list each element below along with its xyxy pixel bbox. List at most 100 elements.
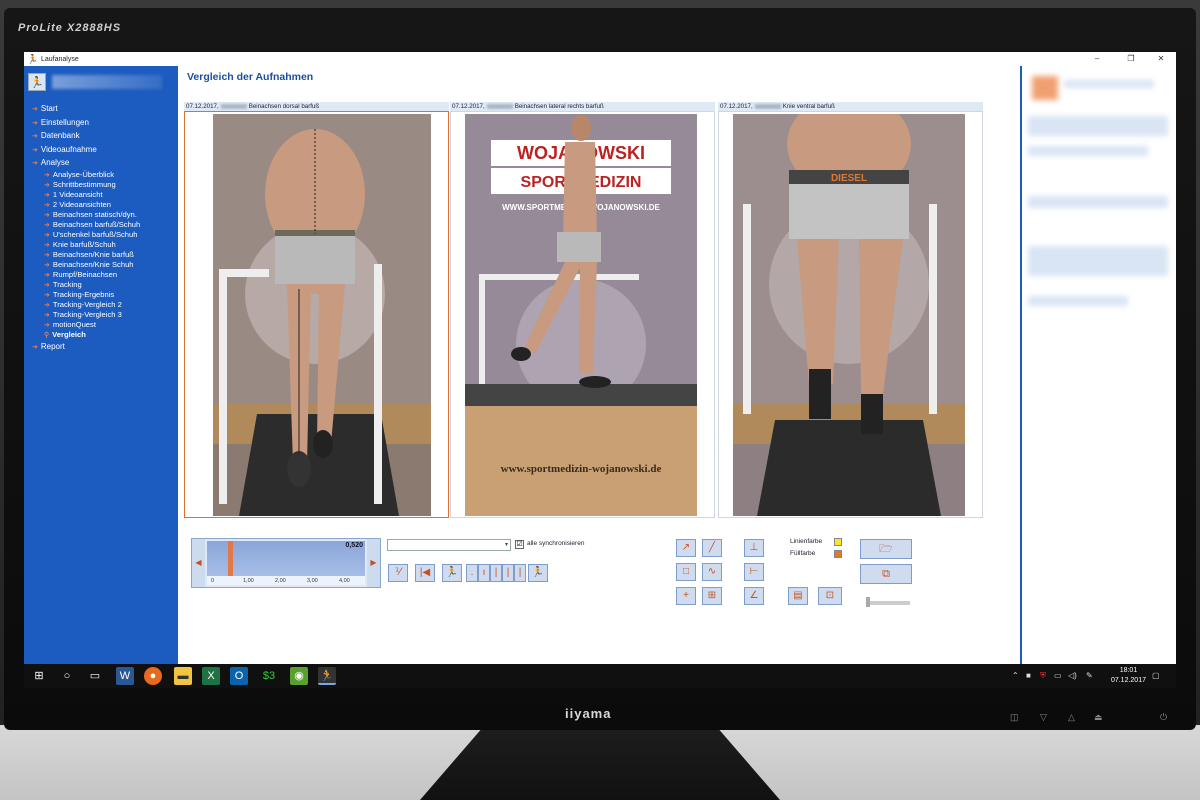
tray-app-icon[interactable]: ■ (1026, 671, 1031, 680)
tray-network-icon[interactable]: ▭ (1054, 671, 1062, 680)
laufanalyse-taskbar-icon[interactable]: 🏃 (318, 667, 336, 685)
marker-button[interactable]: . (466, 564, 478, 582)
sidebar-item[interactable]: ➜ 1 Videoansicht (24, 190, 178, 200)
skip-start-button[interactable]: |◀ (415, 564, 435, 582)
patient-name-blurred (486, 103, 513, 109)
sidebar-item[interactable]: ➜ Beinachsen barfuß/Schuh (24, 220, 178, 230)
sidebar-item[interactable]: ➜ Analyse (24, 156, 178, 170)
sidebar-item[interactable]: ➜ Tracking-Vergleich 3 (24, 310, 178, 320)
line-color-swatch[interactable] (834, 538, 842, 546)
window-titlebar: 🏃 Laufanalyse (24, 52, 1176, 66)
app-logo-icon: 🏃 (28, 73, 46, 91)
search-icon[interactable]: ○ (58, 667, 76, 685)
sidebar-item[interactable]: ➜ Start (24, 102, 178, 116)
timeline-slider[interactable]: ◀ 0,520 0 1,00 2,00 3,00 4,00 ▶ (191, 538, 381, 588)
maximize-button[interactable]: ❐ (1120, 52, 1142, 66)
sidebar-item[interactable]: ➜ Videoaufnahme (24, 143, 178, 157)
sidebar-item[interactable]: ➜ Report (24, 340, 178, 354)
video-frame-ventral[interactable]: DIESEL (733, 114, 965, 516)
sidebar-item[interactable]: ➜ Tracking-Vergleich 2 (24, 300, 178, 310)
green-app-icon[interactable]: ◉ (290, 667, 308, 685)
add-runner-button[interactable]: 🏃 (528, 564, 548, 582)
minimize-button[interactable]: – (1086, 52, 1108, 66)
open-folder-button[interactable]: 🗁 (860, 539, 912, 559)
playback-speed-button[interactable]: ⅟ (388, 564, 408, 582)
sync-dropdown[interactable]: ▾ (387, 539, 511, 551)
opacity-slider-knob[interactable] (866, 597, 870, 607)
sidebar-item[interactable]: ➜ Schrittbestimmung (24, 180, 178, 190)
firefox-icon[interactable]: ● (144, 667, 162, 685)
sidebar-item[interactable]: ➜ Knie barfuß/Schuh (24, 240, 178, 250)
sidebar-item[interactable]: ➜ Tracking (24, 280, 178, 290)
step-runner-button[interactable]: 🏃 (442, 564, 462, 582)
sidebar-item[interactable]: ➜ Beinachsen/Knie barfuß (24, 250, 178, 260)
fill-color-swatch[interactable] (834, 550, 842, 558)
notification-icon[interactable]: ▢ (1152, 671, 1160, 680)
line-tool-icon[interactable]: ╱ (702, 539, 722, 557)
opacity-slider[interactable] (866, 601, 910, 605)
measure-tool-icon[interactable]: ⊢ (744, 563, 764, 581)
sidebar-item-label: Report (40, 341, 65, 351)
angle-tool-icon[interactable]: ∠ (744, 587, 764, 605)
close-button[interactable]: ✕ (1150, 52, 1172, 66)
rectangle-tool-icon[interactable]: □ (676, 563, 696, 581)
tray-pen-icon[interactable]: ✎ (1086, 671, 1093, 680)
outlook-icon[interactable]: O (230, 667, 248, 685)
panel-header: 07.12.2017, Knie ventral barfuß (718, 102, 983, 111)
sidebar-item[interactable]: ➜ Beinachsen statisch/dyn. (24, 210, 178, 220)
sidebar-item[interactable]: ➜ Analyse-Überblick (24, 170, 178, 180)
page-title: Vergleich der Aufnahmen (187, 71, 314, 83)
sidebar-item[interactable]: ➜ Rumpf/Beinachsen (24, 270, 178, 280)
sidebar-item[interactable]: ➜ Datenbank (24, 129, 178, 143)
swap-view-button[interactable]: ⧉ (860, 564, 912, 584)
excel-icon[interactable]: X (202, 667, 220, 685)
sidebar-item[interactable]: ➜ Einstellungen (24, 116, 178, 130)
ruler-tool-icon[interactable]: ⊥ (744, 539, 764, 557)
sidebar-item-label: Einstellungen (40, 117, 89, 127)
marker-button[interactable]: ı (478, 564, 490, 582)
monitor-power-icon: ⏻ (1160, 712, 1168, 722)
panel-frame: WOJANOWSKI SPORTMEDIZIN WWW.SPORTMEDIZIN… (450, 111, 715, 518)
sidebar-item[interactable]: ➜ U'schenkel barfuß/Schuh (24, 230, 178, 240)
windows-start-icon[interactable]: ⊞ (30, 667, 48, 685)
sidebar-item[interactable]: ➜ motionQuest (24, 320, 178, 330)
video-panel-lateral[interactable]: 07.12.2017, Beinachsen lateral rechts bar… (450, 102, 715, 518)
fullscreen-icon[interactable]: ⊡ (818, 587, 842, 605)
fill-color-label: Füllfarbe (790, 550, 816, 557)
cross-tool-icon[interactable]: + (676, 587, 696, 605)
sidebar-item[interactable]: ➜ 2 Videoansichten (24, 200, 178, 210)
monitor-button-icon: ▽ (1040, 712, 1047, 722)
sync-checkbox[interactable]: ☑ (515, 540, 524, 549)
word-icon[interactable]: W (116, 667, 134, 685)
marker-button[interactable]: | (502, 564, 514, 582)
sidebar-item[interactable]: ⚲ Vergleich (24, 330, 178, 340)
sidebar-item[interactable]: ➜ Beinachsen/Knie Schuh (24, 260, 178, 270)
grid-tool-icon[interactable]: ⊞ (702, 587, 722, 605)
sidebar: 🏃 ➜ Start ➜ Einstellungen ➜ Datenbank ➜ Videoau… (24, 66, 178, 664)
slider-right-arrow-icon[interactable]: ▶ (367, 539, 380, 587)
arrow-icon: ➜ (44, 251, 50, 259)
video-frame-dorsal[interactable] (199, 114, 431, 516)
file-explorer-icon[interactable]: ▬ (174, 667, 192, 685)
marker-button[interactable]: | (490, 564, 502, 582)
marker-button[interactable]: | (514, 564, 526, 582)
tray-volume-icon[interactable]: ◁) (1068, 671, 1077, 680)
curve-tool-icon[interactable]: ∿ (702, 563, 722, 581)
timeline-track[interactable]: 0,520 0 1,00 2,00 3,00 4,00 (207, 541, 365, 585)
tray-security-icon[interactable]: ⛨ (1040, 671, 1046, 681)
sidebar-item-label: Knie barfuß/Schuh (52, 239, 116, 249)
video-panel-ventral[interactable]: 07.12.2017, Knie ventral barfuß DIESEL (718, 102, 983, 518)
slider-left-arrow-icon[interactable]: ◀ (192, 539, 205, 587)
video-frame-lateral[interactable]: WOJANOWSKI SPORTMEDIZIN WWW.SPORTMEDIZIN… (465, 114, 697, 516)
arrow-icon: ➜ (32, 146, 38, 154)
report-icon[interactable]: ▤ (788, 587, 808, 605)
sidebar-item[interactable]: ➜ Tracking-Ergebnis (24, 290, 178, 300)
app-s3-icon[interactable]: $3 (260, 667, 278, 685)
taskbar-clock[interactable]: 18:01 07.12.2017 (1111, 666, 1146, 686)
task-view-icon[interactable]: ▭ (86, 667, 104, 685)
video-panel-dorsal[interactable]: 07.12.2017, Beinachsen dorsal barfuß (184, 102, 449, 518)
sidebar-item-label: Beinachsen statisch/dyn. (52, 209, 137, 219)
sidebar-nav: ➜ Start ➜ Einstellungen ➜ Datenbank ➜ Videoaufn… (24, 98, 178, 353)
arrow-tool-icon[interactable]: ↗ (676, 539, 696, 557)
tray-up-icon[interactable]: ⌃ (1012, 671, 1019, 680)
